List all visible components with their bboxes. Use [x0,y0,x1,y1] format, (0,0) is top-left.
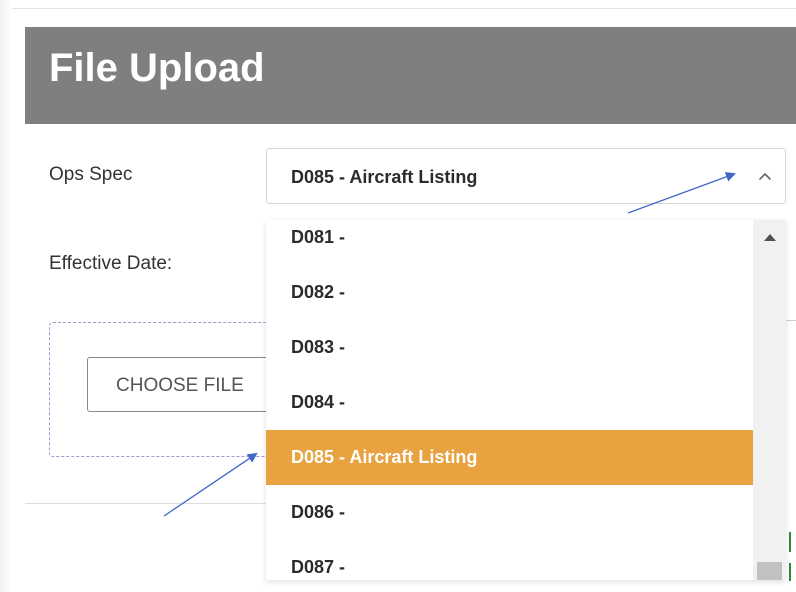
ops-spec-options: D081 - D082 - D083 - D084 - D085 - Aircraft … [266,220,753,580]
dropdown-option[interactable]: D084 - [266,375,753,430]
right-edge-green-mark [789,532,791,552]
annotation-arrow-to-selected-option [163,452,258,517]
top-divider [12,8,796,9]
dropdown-option-selected[interactable]: D085 - Aircraft Listing [266,430,753,485]
choose-file-button[interactable]: CHOOSE FILE [87,357,287,412]
left-edge-shadow [0,0,12,592]
effective-date-label: Effective Date: [49,253,173,274]
right-edge-divider [786,320,796,321]
scrollbar-thumb[interactable] [757,562,782,580]
dropdown-scrollbar[interactable] [753,220,786,580]
ops-spec-select[interactable]: D085 - Aircraft Listing [266,148,786,204]
ops-spec-dropdown-list[interactable]: D081 - D082 - D083 - D084 - D085 - Aircraft … [266,220,786,580]
dropdown-option[interactable]: D082 - [266,265,753,320]
dropdown-option[interactable]: D086 - [266,485,753,540]
dropdown-option[interactable]: D083 - [266,320,753,375]
page-title: File Upload [49,46,265,90]
file-upload-page: File Upload Ops Spec Effective Date: D08… [0,0,796,592]
scroll-up-arrow-icon[interactable] [764,234,776,241]
page-header: File Upload [25,27,796,124]
ops-spec-label: Ops Spec [49,164,133,185]
ops-spec-selected-value: D085 - Aircraft Listing [291,167,478,187]
right-edge-green-mark [789,563,791,581]
section-divider [25,503,270,504]
dropdown-option[interactable]: D081 - [266,220,753,265]
dropdown-option[interactable]: D087 - [266,540,753,580]
chevron-up-icon[interactable] [755,166,775,186]
